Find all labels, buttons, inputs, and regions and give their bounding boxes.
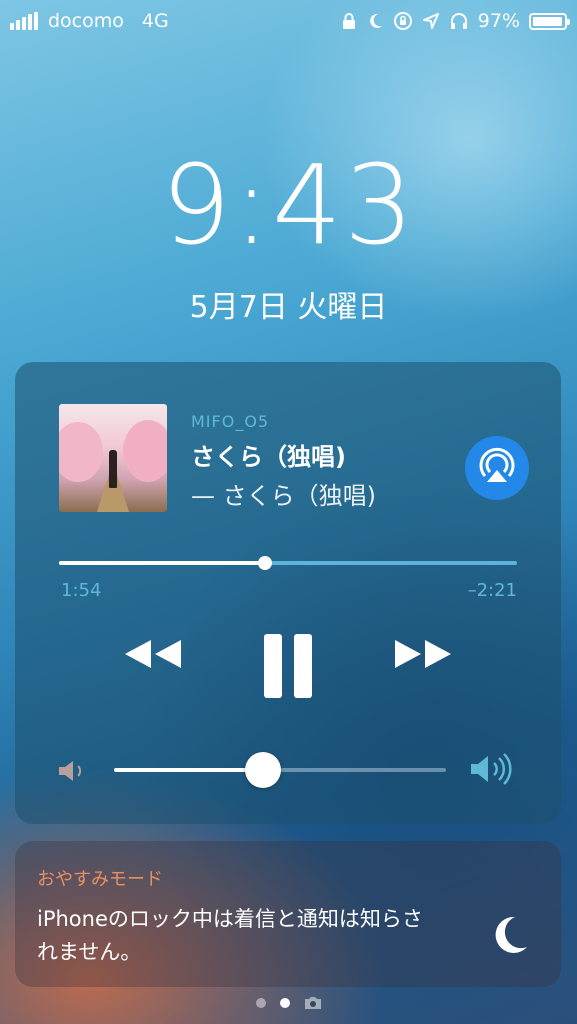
signal-icon: [10, 12, 38, 30]
network-label: 4G: [141, 10, 169, 32]
rotation-lock-icon: [393, 12, 412, 30]
page-dot-current: [279, 998, 290, 1008]
status-bar: docomo 4G 97%: [0, 0, 577, 44]
lock-icon: [342, 13, 355, 29]
location-icon: [422, 13, 439, 29]
progress-knob[interactable]: [258, 556, 273, 570]
remaining-time: –2:21: [467, 580, 517, 601]
airplay-icon: [479, 447, 515, 482]
progress-fill: [59, 561, 266, 565]
dnd-message: iPhoneのロック中は着信と通知は知らされません。: [37, 907, 423, 964]
headphones-icon: [450, 13, 467, 29]
elapsed-time: 1:54: [61, 580, 102, 601]
camera-icon[interactable]: [304, 996, 322, 1010]
artist-name: MIFO_O5: [191, 412, 270, 431]
lock-time: 9:43: [160, 141, 417, 269]
volume-knob[interactable]: [245, 752, 282, 788]
dnd-title: おやすみモード: [37, 869, 163, 890]
battery-icon: [529, 12, 570, 30]
carrier-label: docomo: [48, 10, 124, 32]
volume-slider[interactable]: [114, 752, 446, 788]
album-name: — さくら（独唱): [191, 482, 376, 510]
album-art[interactable]: [59, 404, 167, 512]
volume-fill: [114, 768, 264, 772]
fast-forward-icon[interactable]: [391, 634, 455, 674]
volume-low-icon: [59, 761, 82, 781]
battery-percent: 97%: [477, 10, 520, 32]
page-indicator[interactable]: [0, 996, 577, 1010]
dnd-notification[interactable]: おやすみモード iPhoneのロック中は着信と通知は知らされません。: [15, 841, 561, 987]
track-title: さくら（独唱): [191, 443, 346, 471]
progress-bar[interactable]: [59, 556, 517, 570]
rewind-icon[interactable]: [121, 634, 185, 674]
volume-high-icon: [471, 753, 512, 785]
airplay-button[interactable]: [465, 436, 529, 500]
pause-icon[interactable]: [262, 632, 316, 700]
moon-icon: [495, 916, 527, 953]
lock-date: 5月7日 火曜日: [189, 290, 388, 325]
now-playing-widget: MIFO_O5 さくら（独唱) — さくら（独唱) 1:54 –2:21: [15, 362, 561, 824]
page-dot: [255, 998, 266, 1008]
track-info: MIFO_O5 さくら（独唱) — さくら（独唱): [191, 412, 376, 511]
moon-icon: [369, 13, 382, 28]
